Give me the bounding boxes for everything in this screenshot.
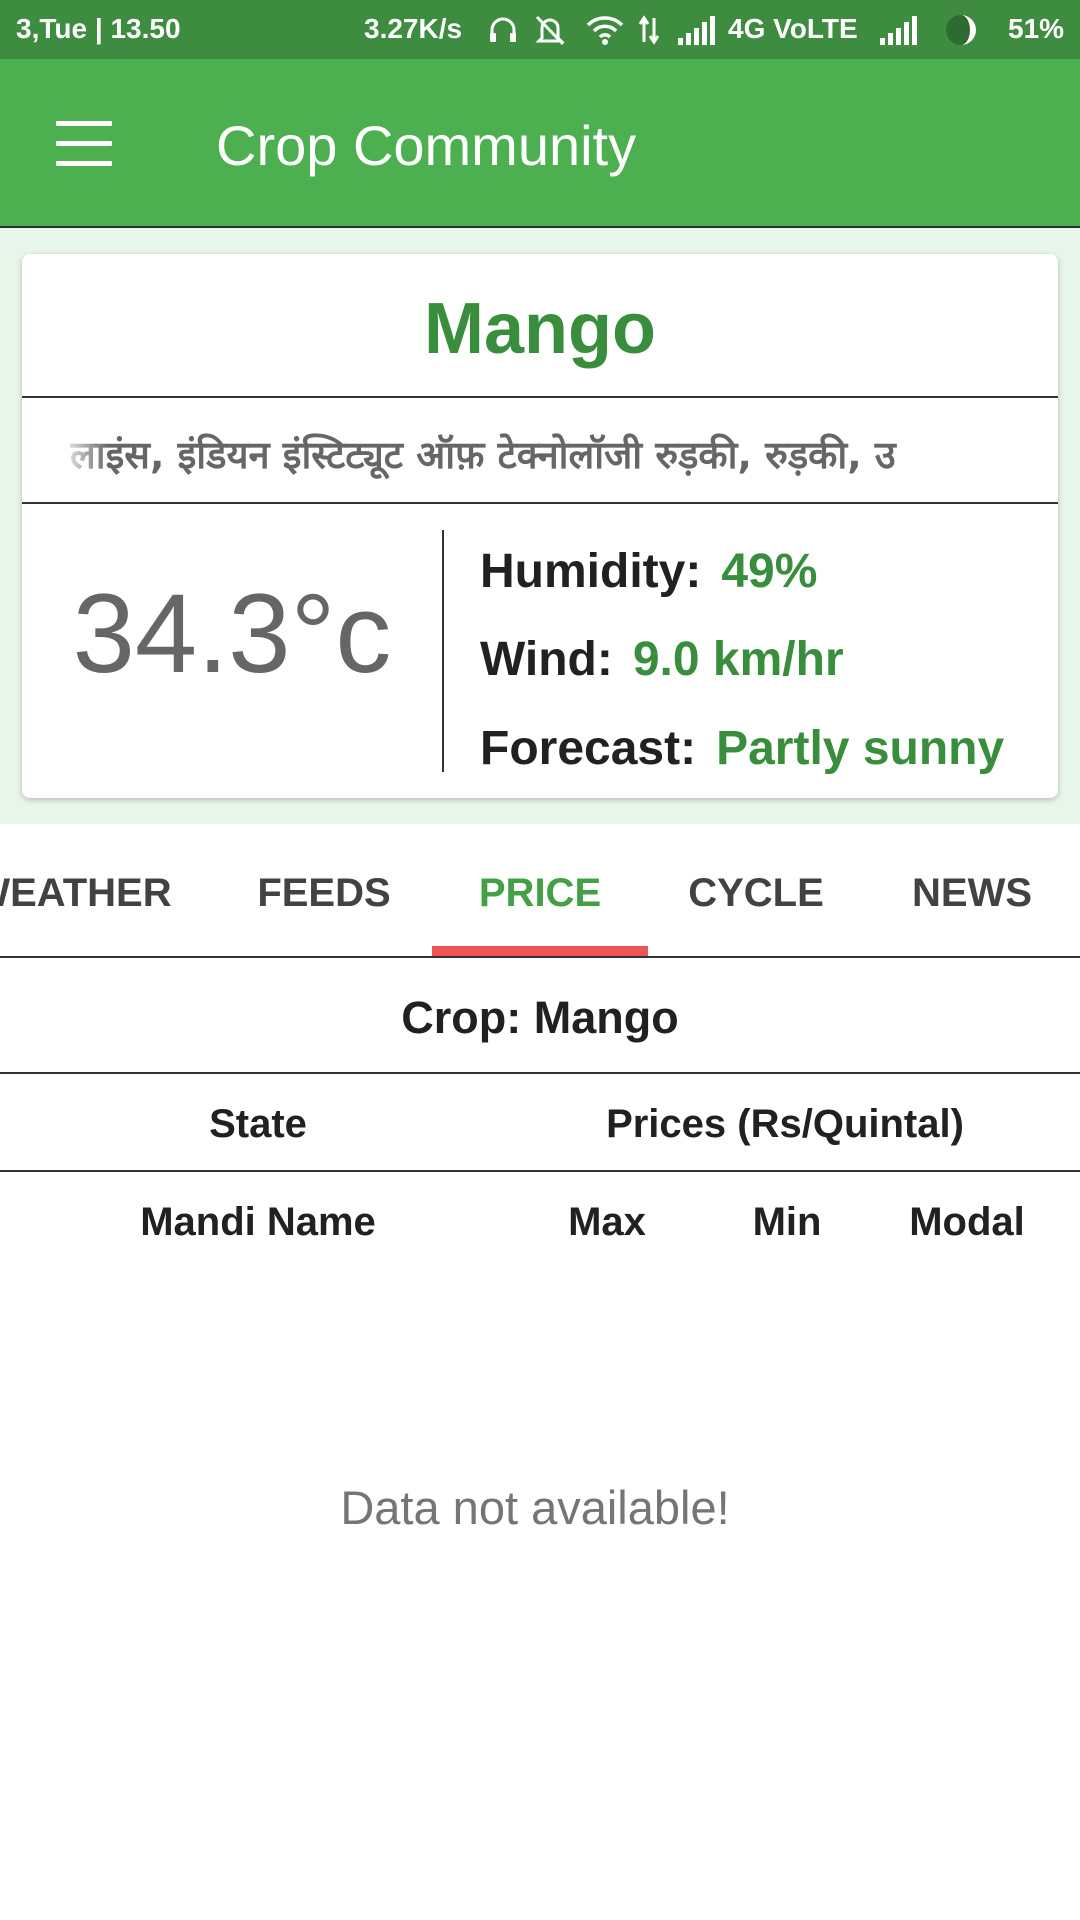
tab-weather[interactable]: WEATHER — [0, 824, 180, 956]
mute-icon — [535, 15, 565, 46]
tab-price[interactable]: PRICE — [432, 824, 648, 956]
wind-value: 9.0 km/hr — [632, 633, 844, 686]
app-title: Crop Community — [216, 114, 637, 177]
humidity-row: Humidity: 49% — [480, 544, 817, 599]
status-network-type: 4G VoLTE — [728, 13, 858, 44]
price-columns-row: Mandi Name Max Min Modal — [0, 1172, 1080, 1272]
price-crop-title: Crop: Mango — [0, 958, 1080, 1074]
wind-label: Wind: — [480, 633, 613, 686]
price-header-row: State Prices (Rs/Quintal) — [0, 1074, 1080, 1172]
forecast-label: Forecast: — [480, 722, 697, 775]
data-arrows-icon — [638, 15, 660, 45]
status-time: 3,Tue | 13.50 — [16, 13, 181, 44]
state-header: State — [209, 1102, 307, 1146]
tab-feeds[interactable]: FEEDS — [216, 824, 432, 956]
tab-news[interactable]: NEWS — [864, 824, 1080, 956]
weather-section: Mango लाइंस, इंडियन इंस्टिट्यूट ऑफ़ टेक्… — [0, 228, 1080, 824]
location-text: लाइंस, इंडियन इंस्टिट्यूट ऑफ़ टेक्नोलॉजी… — [70, 433, 896, 477]
column-max: Max — [568, 1200, 646, 1244]
tab-indicator — [432, 946, 648, 956]
column-mandi-name: Mandi Name — [140, 1200, 376, 1244]
weather-card: Mango लाइंस, इंडियन इंस्टिट्यूट ऑफ़ टेक्… — [22, 254, 1058, 798]
divider — [442, 530, 444, 772]
prices-header: Prices (Rs/Quintal) — [606, 1102, 964, 1146]
app-bar: Crop Community — [0, 59, 1080, 228]
signal-icon — [678, 16, 715, 45]
location-marquee: लाइंस, इंडियन इंस्टिट्यूट ऑफ़ टेक्नोलॉजी… — [22, 398, 1058, 504]
wifi-icon — [586, 16, 624, 45]
status-network-speed: 3.27K/s — [364, 13, 463, 44]
tab-bar: WEATHER FEEDS PRICE CYCLE NEWS — [0, 824, 1080, 958]
wind-row: Wind: 9.0 km/hr — [480, 632, 844, 687]
hamburger-menu-icon[interactable] — [40, 109, 128, 179]
temperature: 34.3°c — [72, 571, 392, 696]
status-battery: 51% — [1008, 13, 1065, 44]
crop-name: Mango — [22, 254, 1058, 398]
forecast-value: Partly sunny — [716, 722, 1005, 775]
tab-cycle[interactable]: CYCLE — [648, 824, 864, 956]
column-modal: Modal — [909, 1200, 1025, 1244]
humidity-label: Humidity: — [480, 545, 702, 598]
column-min: Min — [752, 1200, 822, 1244]
forecast-row: Forecast: Partly sunny — [480, 721, 1004, 776]
headphones-icon — [490, 17, 516, 42]
signal-icon — [880, 16, 917, 45]
battery-icon — [946, 15, 976, 45]
humidity-value: 49% — [721, 545, 818, 598]
empty-state-message: Data not available! — [340, 1481, 730, 1534]
status-bar: 3,Tue | 13.50 3.27K/s 4G VoLTE 51% — [0, 0, 1080, 59]
